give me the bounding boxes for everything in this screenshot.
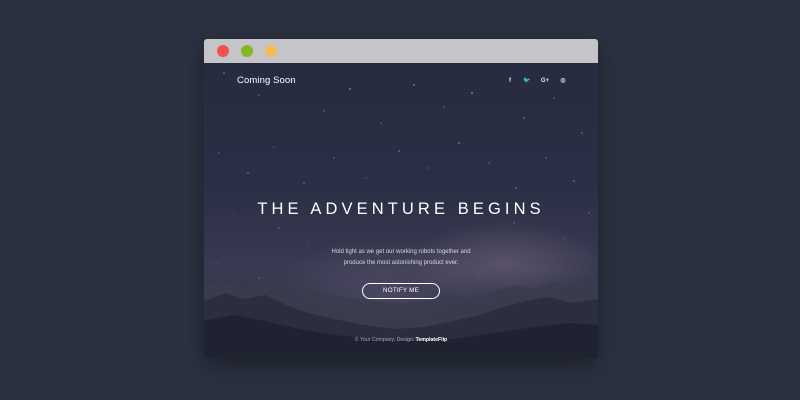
google-plus-icon[interactable]: G+ <box>537 76 553 86</box>
close-button[interactable] <box>217 45 229 57</box>
notify-me-button[interactable]: NOTIFY ME <box>362 283 440 299</box>
minimize-button[interactable] <box>241 45 253 57</box>
subtext-line-2: produce the most astonishing product eve… <box>343 260 459 266</box>
page-subtext: Hold tight as we get our working robots … <box>301 247 501 269</box>
instagram-icon[interactable]: ◎ <box>555 76 571 86</box>
footer-credit-link[interactable]: TemplateFlip <box>416 337 448 343</box>
footer-credit: © Your Company, Design: TemplateFlip <box>204 337 598 343</box>
brand-title[interactable]: Coming Soon <box>237 75 296 86</box>
social-links: f 🐦 G+ ◎ <box>502 76 571 86</box>
twitter-icon[interactable]: 🐦 <box>519 76 535 86</box>
browser-window: Coming Soon f 🐦 G+ ◎ THE ADVENTURE BEGIN… <box>204 39 598 358</box>
maximize-button[interactable] <box>265 45 277 57</box>
browser-titlebar <box>204 39 598 63</box>
page-viewport: Coming Soon f 🐦 G+ ◎ THE ADVENTURE BEGIN… <box>204 63 598 358</box>
facebook-icon[interactable]: f <box>502 76 518 86</box>
subtext-line-1: Hold tight as we get our working robots … <box>331 249 471 255</box>
page-headline: THE ADVENTURE BEGINS <box>257 200 545 218</box>
footer-prefix: © Your Company, Design: <box>354 337 416 343</box>
